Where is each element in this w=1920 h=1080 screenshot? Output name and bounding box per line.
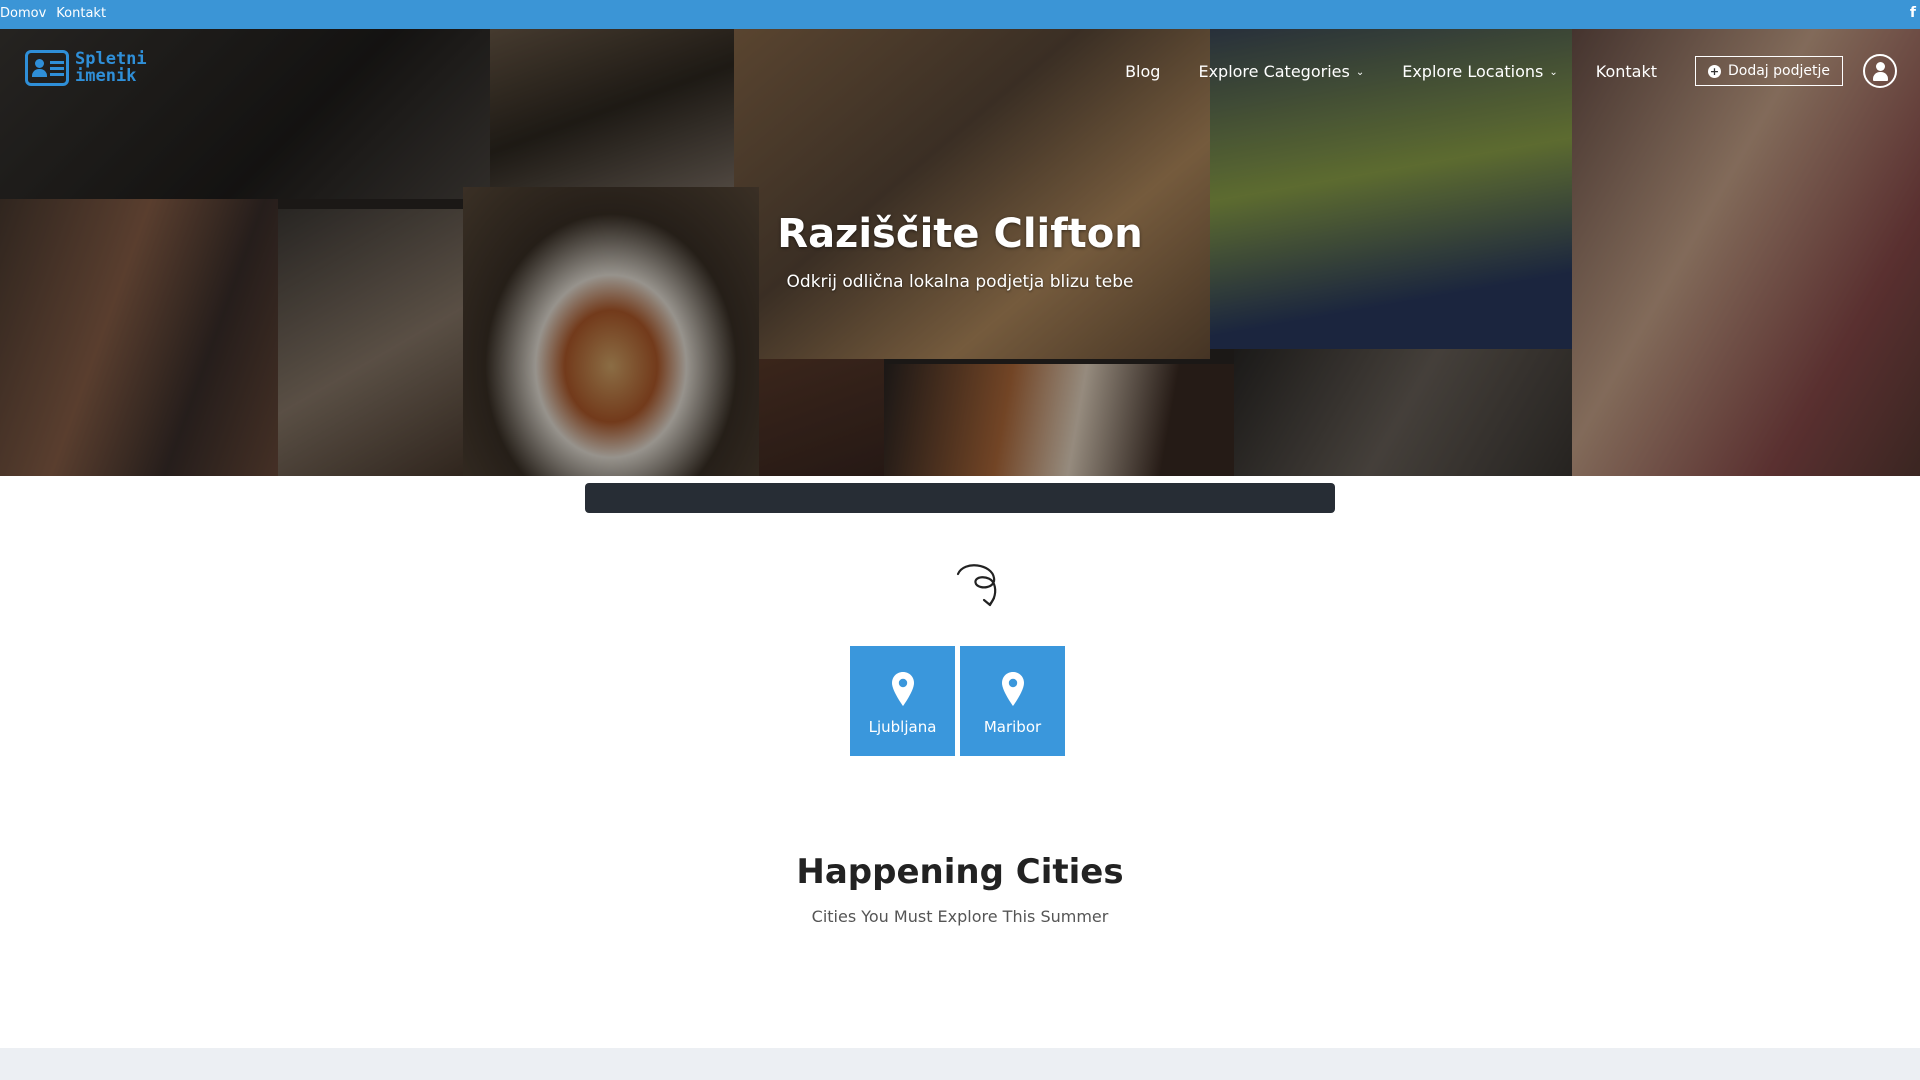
map-pin-icon bbox=[1001, 672, 1024, 706]
plus-circle-icon: + bbox=[1708, 64, 1721, 78]
swirl-arrow-icon bbox=[956, 564, 997, 607]
top-link-domov[interactable]: Domov bbox=[0, 6, 46, 21]
add-business-button[interactable]: + Dodaj podjetje bbox=[1695, 56, 1843, 86]
search-bar[interactable] bbox=[585, 483, 1335, 513]
facebook-icon[interactable]: f bbox=[1910, 5, 1916, 21]
hero-section: Spletni imenik Blog Explore Categories ⌄ … bbox=[0, 29, 1920, 476]
nav-item-explore-categories[interactable]: Explore Categories ⌄ bbox=[1198, 62, 1364, 81]
hero-title: Raziščite Clifton bbox=[777, 211, 1143, 257]
city-name: Ljubljana bbox=[868, 718, 937, 736]
user-icon[interactable] bbox=[1863, 54, 1897, 88]
city-card-ljubljana[interactable]: Ljubljana bbox=[850, 646, 955, 756]
chevron-down-icon: ⌄ bbox=[1549, 66, 1558, 78]
nav-item-blog[interactable]: Blog bbox=[1125, 62, 1160, 81]
map-pin-icon bbox=[891, 672, 914, 706]
logo-text: Spletni imenik bbox=[75, 49, 147, 86]
city-name: Maribor bbox=[983, 718, 1042, 736]
chevron-down-icon: ⌄ bbox=[1355, 66, 1365, 78]
nav-item-explore-locations[interactable]: Explore Locations ⌄ bbox=[1402, 62, 1558, 81]
hero-subtitle: Odkrij odlična lokalna podjetja blizu te… bbox=[786, 272, 1134, 292]
top-link-kontakt[interactable]: Kontakt bbox=[56, 6, 106, 21]
site-logo[interactable]: Spletni imenik bbox=[25, 50, 147, 86]
city-card-maribor[interactable]: Maribor bbox=[960, 646, 1065, 756]
section-title: Happening Cities bbox=[796, 852, 1124, 892]
top-links: Domov Kontakt bbox=[0, 6, 106, 21]
nav-item-kontakt[interactable]: Kontakt bbox=[1596, 62, 1657, 81]
city-list: Ljubljana Maribor bbox=[850, 646, 1065, 756]
footer-band bbox=[0, 1048, 1920, 1080]
contact-card-icon bbox=[25, 50, 69, 86]
main-nav: Blog Explore Categories ⌄ Explore Locatio… bbox=[1125, 54, 1920, 88]
top-bar: Domov Kontakt f bbox=[0, 0, 1920, 29]
section-subtitle: Cities You Must Explore This Summer bbox=[811, 907, 1109, 926]
